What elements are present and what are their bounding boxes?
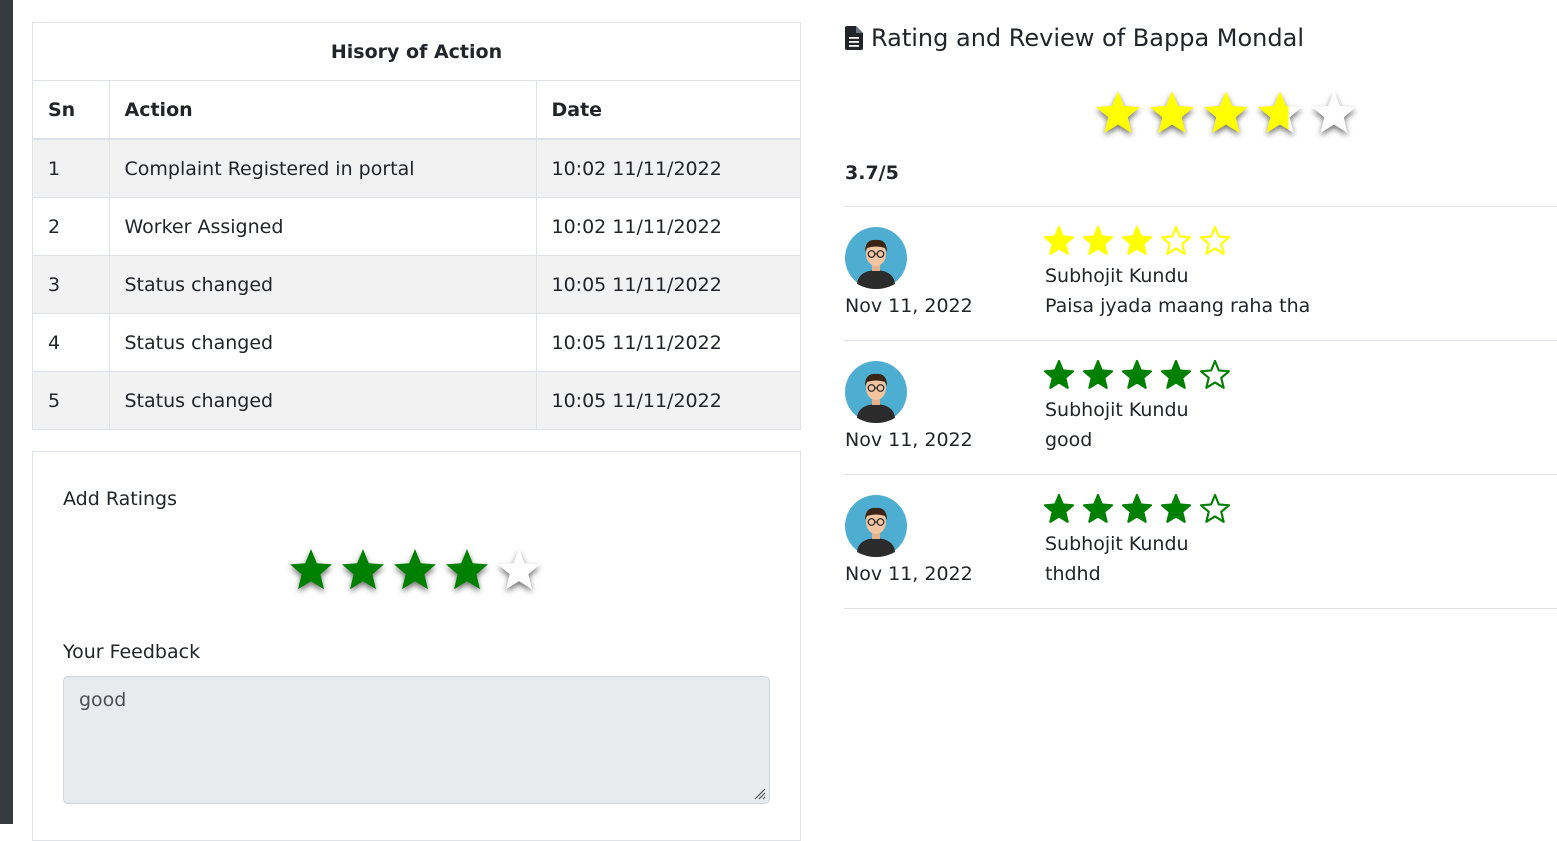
review-date: Nov 11, 2022 [845, 295, 973, 317]
star-icon [1096, 91, 1140, 133]
star-filled-icon [1121, 493, 1153, 523]
feedback-textarea[interactable]: good [63, 676, 770, 804]
row-sn: 4 [33, 313, 110, 372]
row-date: 10:02 11/11/2022 [535, 197, 800, 256]
star-icon[interactable] [339, 546, 387, 594]
star-icon [1258, 91, 1302, 133]
row-action: Status changed [108, 313, 537, 372]
add-ratings-label: Add Ratings [63, 488, 177, 510]
avatar [845, 495, 907, 557]
review-panel-title-text: Rating and Review of Bappa Mondal [871, 24, 1304, 52]
review-item: Nov 11, 2022 Subhojit Kundu Paisa jyada … [845, 207, 1557, 340]
column-header-sn: Sn [33, 80, 110, 140]
star-filled-icon [1121, 225, 1153, 255]
reviewer-name: Subhojit Kundu [1045, 399, 1189, 421]
history-table-caption: Hisory of Action [33, 23, 800, 81]
star-filled-icon [1160, 359, 1192, 389]
table-row: 2 Worker Assigned 10:02 11/11/2022 [33, 197, 800, 256]
star-icon[interactable] [443, 546, 491, 594]
row-date: 10:02 11/11/2022 [535, 138, 800, 198]
row-sn: 2 [33, 197, 110, 256]
overall-score: 3.7/5 [845, 162, 899, 184]
column-header-action: Action [108, 80, 537, 140]
table-row: 3 Status changed 10:05 11/11/2022 [33, 255, 800, 314]
history-card: Hisory of Action Sn Action Date 1 Compla… [32, 22, 801, 430]
reviewer-name: Subhojit Kundu [1045, 533, 1189, 555]
avatar [845, 227, 907, 289]
review-date: Nov 11, 2022 [845, 429, 973, 451]
star-filled-icon [1082, 225, 1114, 255]
star-filled-icon [1043, 359, 1075, 389]
star-icon [1204, 91, 1248, 133]
review-date: Nov 11, 2022 [845, 563, 973, 585]
avatar [845, 361, 907, 423]
row-action: Status changed [108, 371, 537, 429]
star-filled-icon [1043, 493, 1075, 523]
history-table: Hisory of Action Sn Action Date 1 Compla… [33, 23, 800, 429]
star-icon[interactable] [391, 546, 439, 594]
feedback-label: Your Feedback [63, 641, 201, 663]
row-date: 10:05 11/11/2022 [535, 313, 800, 372]
resize-grip-icon[interactable] [752, 786, 766, 800]
sidebar-edge [0, 0, 13, 824]
star-outline-icon [1199, 493, 1231, 523]
review-stars [1043, 225, 1231, 257]
review-text: Paisa jyada maang raha tha [1045, 295, 1311, 317]
feedback-text: good [79, 689, 127, 711]
review-item: Nov 11, 2022 Subhojit Kundu thdhd [845, 475, 1557, 608]
star-icon [1150, 91, 1194, 133]
star-filled-icon [1160, 493, 1192, 523]
star-outline-icon [1160, 225, 1192, 255]
table-row: 5 Status changed 10:05 11/11/2022 [33, 371, 800, 429]
row-action: Complaint Registered in portal [108, 138, 537, 198]
column-header-date: Date [535, 80, 800, 140]
row-date: 10:05 11/11/2022 [535, 255, 800, 314]
star-outline-icon [1199, 359, 1231, 389]
star-filled-icon [1082, 359, 1114, 389]
star-icon [1312, 91, 1356, 133]
reviewer-name: Subhojit Kundu [1045, 265, 1189, 287]
review-text: good [1045, 429, 1093, 451]
row-date: 10:05 11/11/2022 [535, 371, 800, 429]
table-row: 1 Complaint Registered in portal 10:02 1… [33, 138, 800, 198]
star-icon[interactable] [287, 546, 335, 594]
review-item: Nov 11, 2022 Subhojit Kundu good [845, 341, 1557, 474]
star-filled-icon [1082, 493, 1114, 523]
row-action: Worker Assigned [108, 197, 537, 256]
add-rating-card: Add Ratings Your Feedback good [32, 451, 801, 841]
star-filled-icon [1121, 359, 1153, 389]
rating-input-stars[interactable] [287, 546, 543, 594]
review-text: thdhd [1045, 563, 1101, 585]
star-outline-icon [1199, 225, 1231, 255]
row-sn: 5 [33, 371, 110, 429]
row-sn: 1 [33, 138, 110, 198]
star-icon[interactable] [495, 546, 543, 594]
row-action: Status changed [108, 255, 537, 314]
file-text-icon [845, 26, 863, 50]
overall-rating-stars [1093, 88, 1359, 138]
divider [844, 608, 1557, 609]
row-sn: 3 [33, 255, 110, 314]
review-stars [1043, 493, 1231, 525]
star-filled-icon [1043, 225, 1075, 255]
table-row: 4 Status changed 10:05 11/11/2022 [33, 313, 800, 372]
review-panel-title: Rating and Review of Bappa Mondal [845, 24, 1304, 52]
review-stars [1043, 359, 1231, 391]
